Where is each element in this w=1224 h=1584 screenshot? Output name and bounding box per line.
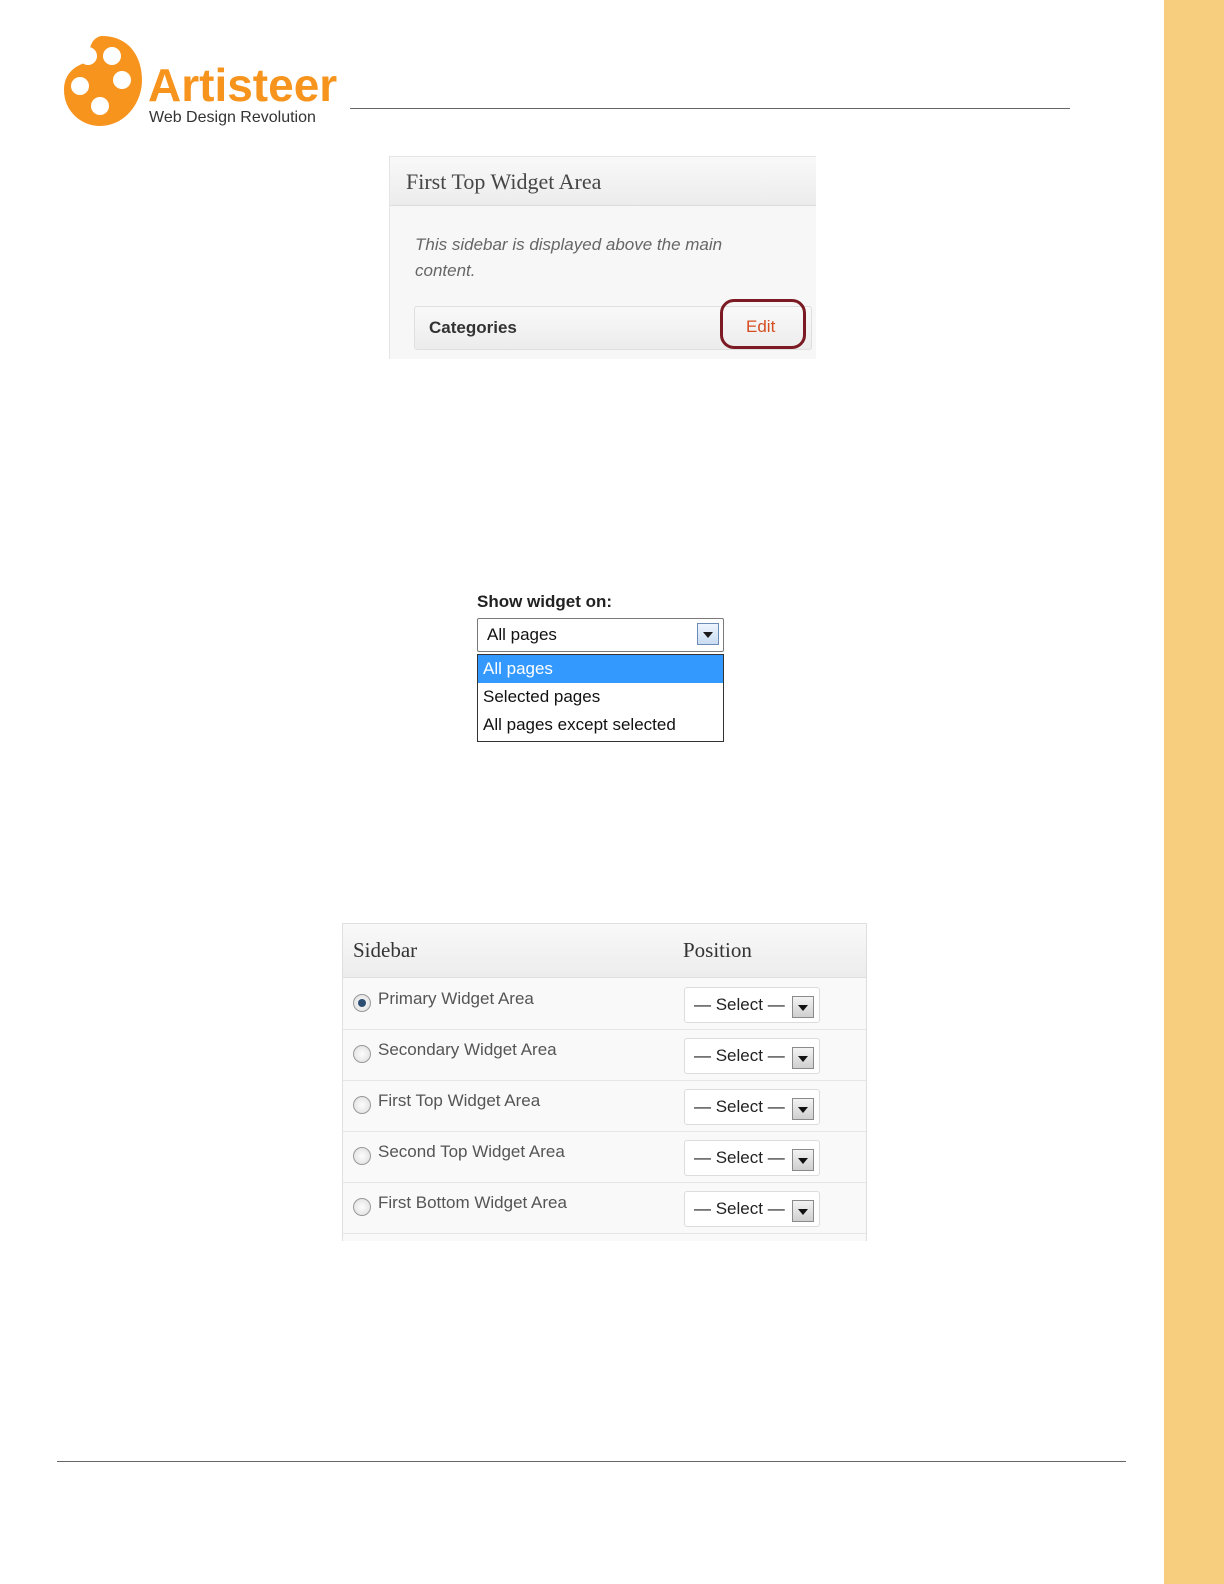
table-row: Secondary Widget Area — Select — <box>343 1029 866 1081</box>
table-row: First Bottom Widget Area — Select — <box>343 1182 866 1234</box>
chevron-down-icon[interactable] <box>792 1047 814 1069</box>
header-divider <box>350 108 1070 109</box>
position-select-value: — Select — <box>694 1148 785 1167</box>
position-select-value: — Select — <box>694 1199 785 1218</box>
sidebar-radio[interactable] <box>353 1096 371 1114</box>
logo-wordmark: Artisteer <box>148 59 338 111</box>
dropdown-option[interactable]: Selected pages <box>478 683 723 711</box>
position-select-value: — Select — <box>694 1097 785 1116</box>
sidebar-position-table: Sidebar Position Primary Widget Area — S… <box>342 923 867 1241</box>
show-widget-select[interactable]: All pages <box>477 618 724 652</box>
position-select[interactable]: — Select — <box>684 1140 820 1176</box>
sidebar-radio[interactable] <box>353 1147 371 1165</box>
column-header-position: Position <box>683 938 752 962</box>
sidebar-radio[interactable] <box>353 994 371 1012</box>
widget-item-label: Categories <box>429 318 517 337</box>
palette-icon <box>64 36 142 126</box>
table-row: Primary Widget Area — Select — <box>343 978 866 1030</box>
column-header-sidebar: Sidebar <box>353 938 418 962</box>
show-widget-label: Show widget on: <box>477 592 613 611</box>
chevron-down-icon[interactable] <box>792 1200 814 1222</box>
chevron-down-icon[interactable] <box>697 623 719 645</box>
show-widget-dropdown: All pages Selected pages All pages excep… <box>477 654 724 742</box>
table-row: Second Top Widget Area — Select — <box>343 1131 866 1183</box>
sidebar-label: Secondary Widget Area <box>378 1040 557 1059</box>
sidebar-label: Second Top Widget Area <box>378 1142 565 1161</box>
sidebar-radio[interactable] <box>353 1045 371 1063</box>
widget-area-header: First Top Widget Area <box>390 157 816 206</box>
chevron-down-icon[interactable] <box>792 1149 814 1171</box>
chevron-down-icon[interactable] <box>792 996 814 1018</box>
dropdown-option[interactable]: All pages <box>478 655 723 683</box>
position-select[interactable]: — Select — <box>684 1038 820 1074</box>
table-header: Sidebar Position <box>343 924 866 978</box>
table-row: First Top Widget Area — Select — <box>343 1080 866 1132</box>
sidebar-label: First Top Widget Area <box>378 1091 541 1110</box>
position-select-value: — Select — <box>694 1046 785 1065</box>
logo-tagline: Web Design Revolution <box>149 109 316 126</box>
widget-area-title: First Top Widget Area <box>406 169 602 194</box>
position-select[interactable]: — Select — <box>684 987 820 1023</box>
show-widget-selected-value: All pages <box>487 625 557 644</box>
page-side-band <box>1164 0 1224 1584</box>
dropdown-option[interactable]: All pages except selected <box>478 711 723 739</box>
footer-divider <box>57 1461 1126 1462</box>
position-select-value: — Select — <box>694 995 785 1014</box>
sidebar-label: Primary Widget Area <box>378 989 534 1008</box>
edit-link[interactable]: Edit <box>746 317 775 337</box>
position-select[interactable]: — Select — <box>684 1089 820 1125</box>
chevron-down-icon[interactable] <box>792 1098 814 1120</box>
sidebar-radio[interactable] <box>353 1198 371 1216</box>
artisteer-logo: Artisteer Web Design Revolution <box>60 30 350 130</box>
position-select[interactable]: — Select — <box>684 1191 820 1227</box>
widget-area-description: This sidebar is displayed above the main… <box>415 235 723 280</box>
sidebar-label: First Bottom Widget Area <box>378 1193 567 1212</box>
